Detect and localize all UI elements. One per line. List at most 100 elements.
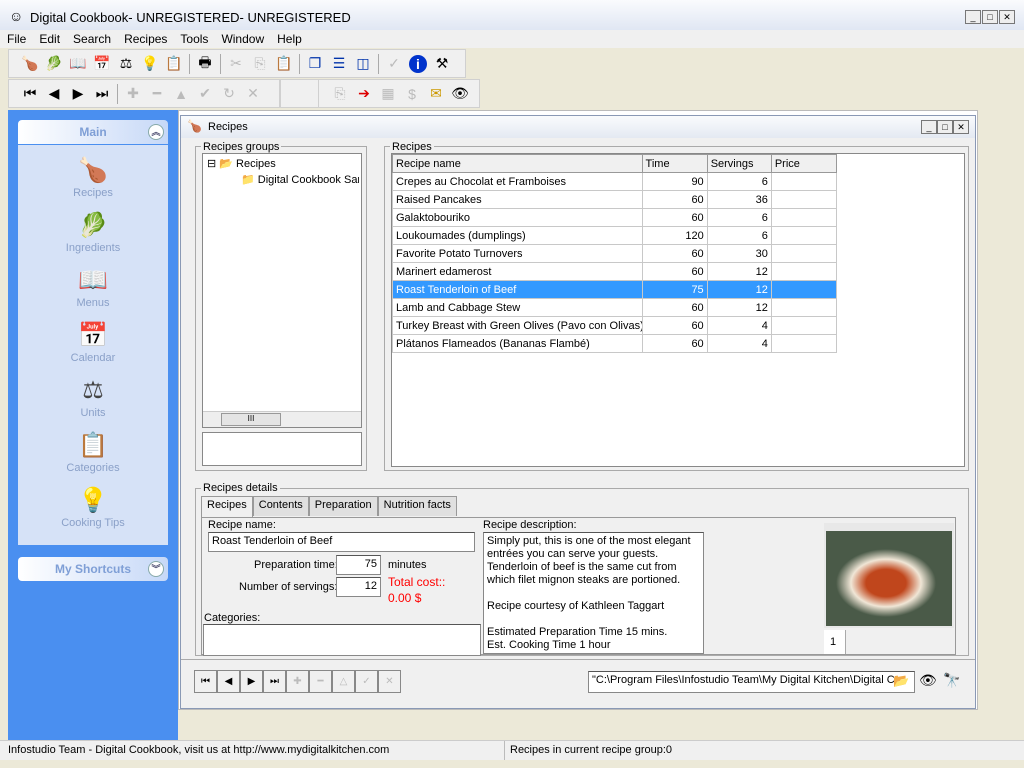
sidebar-item-cooking-tips[interactable]: 💡 Cooking Tips <box>18 485 168 529</box>
sidebar-item-recipes[interactable]: 🍗 Recipes <box>18 155 168 199</box>
menu-search[interactable]: Search <box>66 30 117 47</box>
sidebar-item-calendar[interactable]: 📅 Calendar <box>18 320 168 364</box>
edit-button[interactable]: △ <box>332 670 355 693</box>
cell-time[interactable]: 60 <box>641 334 708 353</box>
preview-icon[interactable]: 👁 <box>919 672 937 689</box>
shortcuts-panel-header[interactable]: My Shortcuts ︾ <box>18 557 168 581</box>
cell-price[interactable] <box>770 280 838 299</box>
cancel-icon[interactable]: ✕ <box>244 85 262 103</box>
preview-icon[interactable]: 👁 <box>451 85 469 103</box>
next-record-icon[interactable]: ▶ <box>69 85 87 103</box>
table-row[interactable]: Marinert edamerost 60 12 <box>392 262 838 281</box>
cooking-tips-icon[interactable]: 💡 <box>141 55 159 73</box>
tab-preparation[interactable]: Preparation <box>308 496 378 516</box>
cell-time[interactable]: 75 <box>641 280 708 299</box>
sidebar-item-menus[interactable]: 📖 Menus <box>18 265 168 309</box>
cell-price[interactable] <box>770 172 838 191</box>
cell-servings[interactable]: 6 <box>706 172 772 191</box>
cell-recipe-name[interactable]: Galaktobouriko <box>392 208 643 227</box>
dollar-icon[interactable]: $ <box>403 85 421 103</box>
prior-record-icon[interactable]: ◀ <box>45 85 63 103</box>
tab-recipes[interactable]: Recipes <box>201 496 253 518</box>
collapse-icon[interactable]: ︽ <box>148 124 164 140</box>
tile-vertical-icon[interactable]: ◫ <box>354 55 372 73</box>
cell-recipe-name[interactable]: Marinert edamerost <box>392 262 643 281</box>
cell-recipe-name[interactable]: Turkey Breast with Green Olives (Pavo co… <box>392 316 643 335</box>
close-button[interactable]: ✕ <box>999 10 1015 24</box>
last-record-button[interactable]: ⏭ <box>263 670 286 693</box>
table-row[interactable]: Roast Tenderloin of Beef 75 12 <box>392 280 838 299</box>
cell-recipe-name[interactable]: Raised Pancakes <box>392 190 643 209</box>
tree-node-recipes[interactable]: ⊟ 📂 Recipes <box>207 157 276 170</box>
calculator-icon[interactable]: ▦ <box>379 85 397 103</box>
menu-help[interactable]: Help <box>270 30 308 47</box>
paste-icon[interactable]: 📋 <box>275 55 293 73</box>
cell-servings[interactable]: 6 <box>706 226 772 245</box>
cell-price[interactable] <box>770 316 838 335</box>
table-row[interactable]: Raised Pancakes 60 36 <box>392 190 838 209</box>
prior-record-button[interactable]: ◀ <box>217 670 240 693</box>
tab-nutrition-facts[interactable]: Nutrition facts <box>377 496 457 516</box>
cell-price[interactable] <box>770 334 838 353</box>
table-row[interactable]: Loukoumades (dumplings) 120 6 <box>392 226 838 245</box>
servings-input[interactable]: 12 <box>336 577 381 597</box>
sidebar-item-categories[interactable]: 📋 Categories <box>18 430 168 474</box>
minimize-button[interactable]: _ <box>965 10 981 24</box>
cell-servings[interactable]: 36 <box>706 190 772 209</box>
menu-edit[interactable]: Edit <box>32 30 66 47</box>
table-row[interactable]: Lamb and Cabbage Stew 60 12 <box>392 298 838 317</box>
cell-servings[interactable]: 30 <box>706 244 772 263</box>
cell-recipe-name[interactable]: Plátanos Flameados (Bananas Flambé) <box>392 334 643 353</box>
column-servings[interactable]: Servings <box>706 154 772 173</box>
next-record-button[interactable]: ▶ <box>240 670 263 693</box>
child-close-button[interactable]: ✕ <box>953 120 969 134</box>
tile-horizontal-icon[interactable]: ☰ <box>330 55 348 73</box>
recipes-grid[interactable]: Recipe name Time Servings Price Crepes a… <box>391 153 965 467</box>
tools-icon[interactable]: ⚒ <box>433 55 451 73</box>
cell-time[interactable]: 120 <box>641 226 708 245</box>
cell-servings[interactable]: 4 <box>706 334 772 353</box>
cell-servings[interactable]: 6 <box>706 208 772 227</box>
scroll-thumb[interactable]: III <box>221 413 281 426</box>
table-row[interactable]: Turkey Breast with Green Olives (Pavo co… <box>392 316 838 335</box>
calendar-icon[interactable]: 📅 <box>93 55 111 73</box>
cell-servings[interactable]: 12 <box>706 298 772 317</box>
cell-time[interactable]: 60 <box>641 316 708 335</box>
recipe-name-input[interactable]: Roast Tenderloin of Beef <box>208 532 475 552</box>
post-button[interactable]: ✓ <box>355 670 378 693</box>
cell-price[interactable] <box>770 244 838 263</box>
description-textarea[interactable]: Simply put, this is one of the most eleg… <box>483 532 704 654</box>
tree-node-digital-cookbook[interactable]: 📁 Digital Cookbook Sar <box>241 173 359 186</box>
post-icon[interactable]: ✔ <box>196 85 214 103</box>
cell-time[interactable]: 60 <box>641 298 708 317</box>
main-panel-header[interactable]: Main ︽ <box>18 120 168 144</box>
cell-price[interactable] <box>770 208 838 227</box>
cell-time[interactable]: 60 <box>641 208 708 227</box>
cell-recipe-name[interactable]: Lamb and Cabbage Stew <box>392 298 643 317</box>
last-record-icon[interactable]: ⏭ <box>93 85 111 103</box>
spellcheck-icon[interactable]: ✓ <box>385 55 403 73</box>
menu-tools[interactable]: Tools <box>173 30 214 47</box>
cascade-icon[interactable]: ❐ <box>306 55 324 73</box>
sidebar-item-units[interactable]: ⚖ Units <box>18 375 168 419</box>
child-maximize-button[interactable]: □ <box>937 120 953 134</box>
export-icon[interactable]: ⎘ <box>331 85 349 103</box>
first-record-button[interactable]: ⏮ <box>194 670 217 693</box>
print-icon[interactable]: 🖶 <box>196 54 214 73</box>
child-minimize-button[interactable]: _ <box>921 120 937 134</box>
cancel-button[interactable]: ✕ <box>378 670 401 693</box>
column-time[interactable]: Time <box>641 154 708 173</box>
path-input[interactable]: "C:\Program Files\Infostudio Team\My Dig… <box>588 671 915 693</box>
menu-window[interactable]: Window <box>214 30 270 47</box>
tab-contents[interactable]: Contents <box>252 496 309 516</box>
cell-recipe-name[interactable]: Loukoumades (dumplings) <box>392 226 643 245</box>
menus-icon[interactable]: 📖 <box>69 55 87 73</box>
cell-time[interactable]: 60 <box>641 244 708 263</box>
mail-icon[interactable]: ✉ <box>427 85 445 103</box>
open-folder-icon[interactable]: 📂 <box>893 673 909 689</box>
export-file-icon[interactable]: ➔ <box>355 85 373 103</box>
cell-recipe-name[interactable]: Favorite Potato Turnovers <box>392 244 643 263</box>
recipes-icon[interactable]: 🍗 <box>21 55 39 73</box>
delete-button[interactable]: ━ <box>309 670 332 693</box>
expand-icon[interactable]: ︾ <box>148 561 164 577</box>
